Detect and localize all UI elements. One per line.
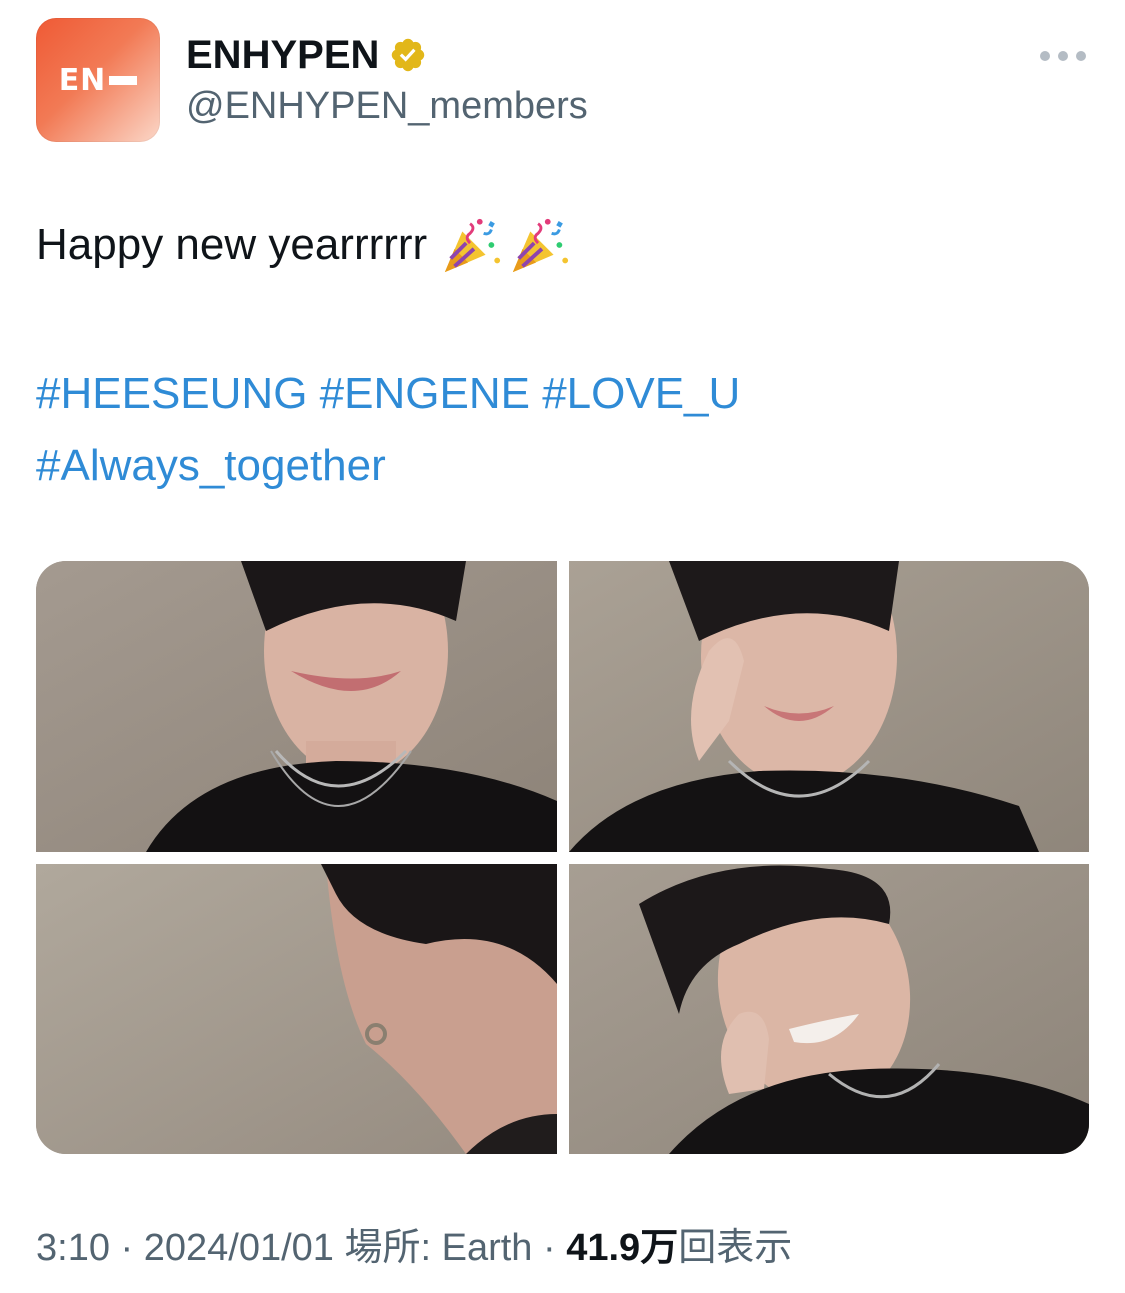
hashtag-link[interactable]: #LOVE_U [542,369,740,418]
photo-4[interactable] [569,864,1089,1154]
more-dot [1058,51,1068,61]
more-dot [1040,51,1050,61]
tweet-text-body: Happy new yearrrrrr [36,220,428,269]
meta-separator: · [120,1227,134,1269]
photo-2[interactable] [569,561,1089,852]
selfie-photo [569,864,1089,1154]
hashtag-link[interactable]: #Always_together [36,441,386,490]
party-popper-icon [445,218,501,273]
account-handle[interactable]: @ENHYPEN_members [186,84,588,128]
views-label: 回表示 [678,1227,793,1269]
more-dot [1076,51,1086,61]
photo-1[interactable] [36,561,557,852]
hashtag-link[interactable]: #HEESEUNG [36,369,307,418]
tweet-time[interactable]: 3:10 [36,1227,110,1269]
media-grid [36,561,1089,1154]
tweet-location[interactable]: 場所: Earth [345,1227,533,1269]
party-popper-icon [513,218,569,273]
selfie-photo [36,864,557,1154]
views-count: 41.9万 [566,1227,679,1269]
avatar-logo-text: EN [58,62,107,98]
display-name[interactable]: ENHYPEN [186,32,427,78]
hashtag-list: #HEESEUNG #ENGENE #LOVE_U #Always_togeth… [36,358,1096,502]
gold-verified-badge-icon[interactable] [389,36,427,74]
selfie-photo [36,561,557,852]
tweet-text: Happy new yearrrrrr [36,214,571,276]
enhypen-logo-icon: EN [59,63,138,98]
tweet-meta: 3:10 · 2024/01/01 場所: Earth · 41.9万回表示 [36,1222,792,1274]
avatar[interactable]: EN [36,18,160,142]
tweet-date[interactable]: 2024/01/01 [144,1227,334,1269]
meta-separator: · [543,1227,556,1269]
more-options-icon[interactable] [1040,44,1086,68]
selfie-photo [569,561,1089,852]
display-name-text: ENHYPEN [186,33,380,77]
photo-3[interactable] [36,864,557,1154]
hashtag-link[interactable]: #ENGENE [320,369,530,418]
